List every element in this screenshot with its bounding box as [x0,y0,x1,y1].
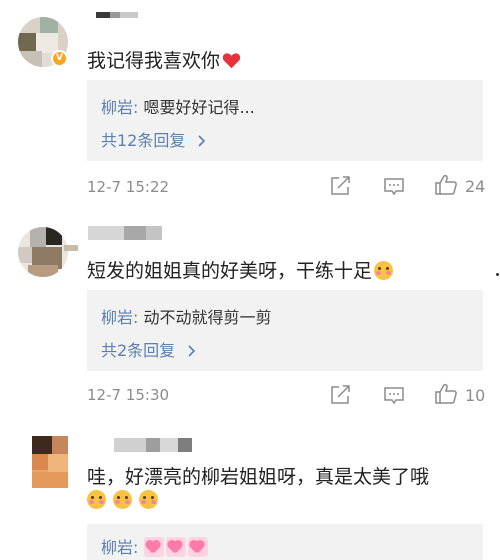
heart-sticker-icon [187,537,208,557]
view-replies-link[interactable]: 共12条回复 [101,127,206,151]
comment-text: 短发的姐姐真的好美呀，干练十足 [87,256,394,283]
reply-line: 柳岩: [101,534,210,558]
blush-face-emoji-icon [139,490,159,509]
reply-author[interactable]: 柳岩: [101,98,138,117]
like-count: 10 [465,386,486,405]
comment-button[interactable] [383,177,405,197]
reply-text: 动不动就得剪一剪 [143,308,272,327]
share-icon [331,176,350,195]
comment-text: 我记得我喜欢你 [87,46,241,73]
blush-face-emoji-icon [113,490,133,509]
reply-author[interactable]: 柳岩: [101,308,138,327]
heart-sticker-icon [165,537,186,557]
avatar-overlay [64,245,78,251]
comment-text: 哇，好漂亮的柳岩姐姐呀，真是太美了哦 [87,462,429,489]
blush-face-emoji-icon [374,261,394,280]
chevron-right-icon [198,135,206,147]
comment-icon [384,387,404,405]
view-replies-label: 共2条回复 [101,341,176,360]
stray-dot [496,273,499,276]
avatar[interactable] [18,227,68,277]
heart-sticker-icon [143,537,164,557]
emoji-row [87,490,159,510]
share-icon [331,385,350,404]
comment-icon [384,178,404,196]
comment-button[interactable] [383,386,405,406]
share-button[interactable] [330,385,352,405]
username-blurred[interactable] [114,438,192,452]
heart-emoji-icon [222,53,241,69]
username-blurred[interactable] [96,12,138,26]
reply-author[interactable]: 柳岩: [101,538,138,557]
reply-preview[interactable]: 柳岩: 嗯要好好记得... 共12条回复 [87,80,483,161]
reply-text: 嗯要好好记得... [143,98,255,117]
comment-time: 12-7 15:30 [87,386,170,404]
like-button[interactable] [434,174,458,196]
comment-time: 12-7 15:22 [87,178,170,196]
like-button[interactable] [434,383,458,405]
comment-item: 短发的姐姐真的好美呀，干练十足 柳岩: 动不动就得剪一剪 共2条回复 12-7 … [0,210,500,420]
comment-item: V 我记得我喜欢你 柳岩: 嗯要好好记得... 共12条回复 12-7 15:2… [0,0,500,210]
view-replies-label: 共12条回复 [101,131,186,150]
view-replies-link[interactable]: 共2条回复 [101,337,196,361]
comment-text-content: 哇，好漂亮的柳岩姐姐呀，真是太美了哦 [87,466,430,488]
like-count: 24 [465,177,486,196]
comment-text-content: 短发的姐姐真的好美呀，干练十足 [87,260,373,282]
chevron-right-icon [188,345,196,357]
thumbs-up-icon [435,383,457,404]
verified-badge-icon: V [51,50,68,67]
reply-line: 柳岩: 嗯要好好记得... [101,94,255,118]
avatar[interactable] [32,436,68,488]
share-button[interactable] [330,176,352,196]
comment-item: 哇，好漂亮的柳岩姐姐呀，真是太美了哦 柳岩: [0,420,500,560]
reply-preview[interactable]: 柳岩: [87,524,483,560]
username-blurred[interactable] [88,226,162,240]
reply-preview[interactable]: 柳岩: 动不动就得剪一剪 共2条回复 [87,290,483,371]
reply-line: 柳岩: 动不动就得剪一剪 [101,304,272,328]
blush-face-emoji-icon [87,490,106,509]
thumbs-up-icon [435,174,457,195]
comment-text-content: 我记得我喜欢你 [87,50,221,72]
